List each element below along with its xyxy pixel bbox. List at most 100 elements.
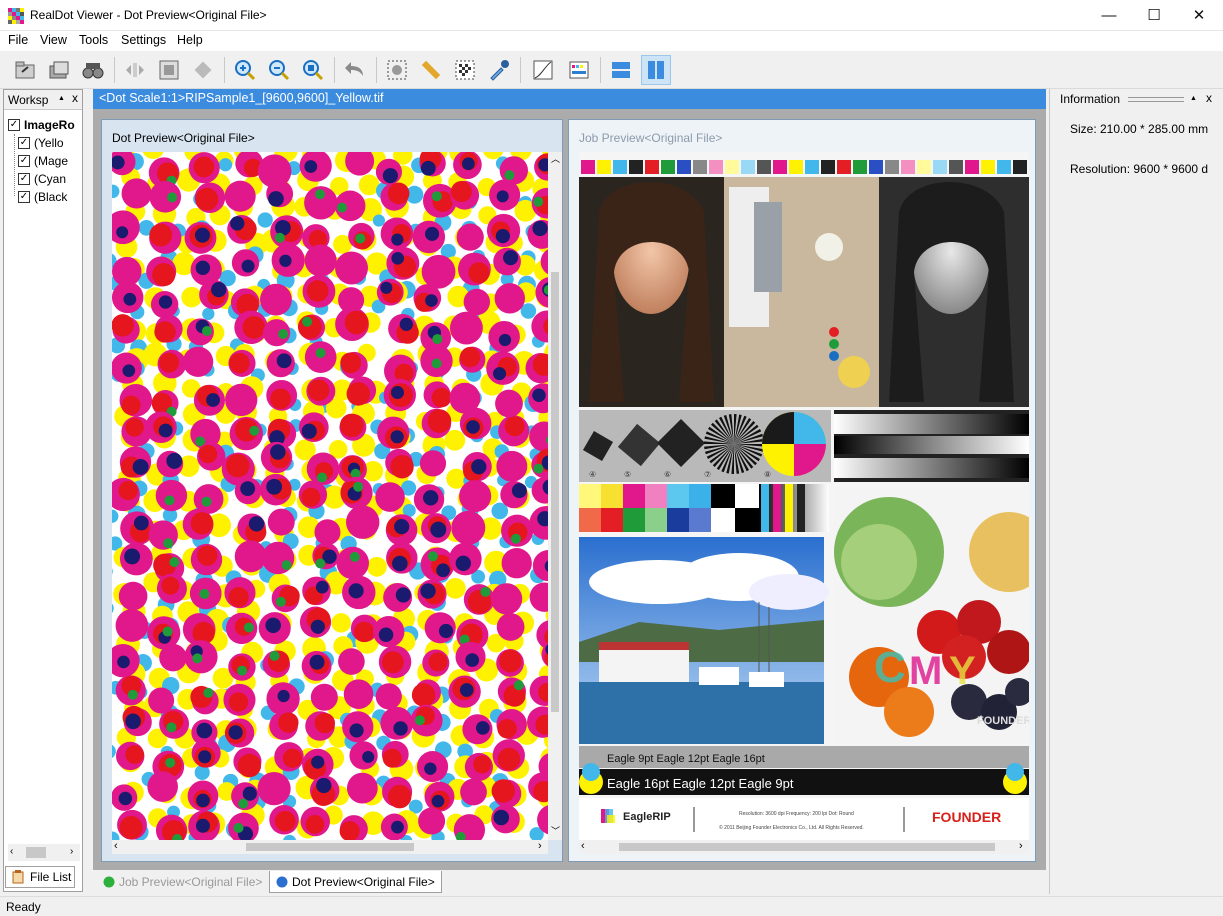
fit-page-icon[interactable] (154, 55, 184, 85)
green-dot (127, 689, 138, 700)
pane-title: Dot Preview<Original File> (112, 131, 255, 145)
fit-width-icon[interactable] (120, 55, 150, 85)
vertical-scrollbar[interactable]: ︿ ﹀ (548, 152, 562, 840)
resolution-text: Resolution: 9600 * 9600 d (1070, 162, 1209, 176)
tree-item-magenta[interactable]: ✓ (Mage (18, 152, 68, 170)
scroll-left-icon[interactable]: ‹ (581, 840, 585, 852)
file-list-tab[interactable]: File List (5, 866, 75, 888)
color-patch (661, 160, 675, 174)
menu-help[interactable]: Help (177, 33, 203, 47)
cyan-dot (112, 744, 116, 758)
workspace-horizontal-scrollbar[interactable]: ‹ › (8, 844, 80, 861)
curve-icon[interactable] (528, 55, 558, 85)
black-dot (394, 518, 410, 535)
red-dot (491, 779, 515, 803)
red-dot (197, 545, 218, 566)
magenta-dot (257, 772, 291, 806)
dot-grid-icon[interactable] (450, 55, 480, 85)
magenta-dot (224, 180, 256, 212)
color-bar-icon[interactable] (564, 55, 594, 85)
color-swatch (601, 484, 623, 508)
scroll-right-icon[interactable]: › (1019, 840, 1023, 852)
circle-number: ⑤ (624, 470, 631, 479)
black-dot (459, 683, 474, 697)
black-dot (348, 583, 364, 599)
black-dot (117, 655, 130, 669)
checkbox-icon[interactable]: ✓ (18, 173, 30, 185)
red-dot (270, 388, 291, 410)
scroll-up-icon[interactable]: ︿ (551, 152, 560, 165)
close-button[interactable]: ✕ (1176, 0, 1222, 31)
green-dot (355, 233, 366, 244)
color-patch (901, 160, 915, 174)
black-dot (391, 233, 404, 246)
magenta-dot (490, 583, 523, 615)
tree-item-cyan[interactable]: ✓ (Cyan (18, 170, 66, 188)
checkbox-icon[interactable]: ✓ (18, 191, 30, 203)
menu-file[interactable]: File (8, 33, 28, 47)
scroll-left-icon[interactable]: ‹ (114, 840, 118, 852)
red-dot (125, 745, 144, 764)
undo-icon[interactable] (340, 55, 370, 85)
checkbox-icon[interactable]: ✓ (18, 137, 30, 149)
ruler-icon[interactable] (416, 55, 446, 85)
split-vertical-icon[interactable] (641, 55, 671, 85)
job-preview-canvas[interactable]: ④ ⑤ ⑥ ⑦ ⑧ C M Y FOUNDER Eagle 9pt Eagle … (579, 152, 1029, 840)
rotate-icon[interactable] (188, 55, 218, 85)
tab-dot-preview[interactable]: Dot Preview<Original File> (269, 871, 442, 893)
tree-root[interactable]: ✓ ImageRo (8, 116, 75, 134)
binoculars-icon[interactable] (78, 55, 108, 85)
tab-job-preview[interactable]: Job Preview<Original File> (97, 871, 268, 893)
scroll-left-icon[interactable]: ‹ (10, 846, 13, 857)
scroll-thumb[interactable] (619, 843, 995, 851)
zoom-in-icon[interactable] (230, 55, 260, 85)
split-horizontal-icon[interactable] (606, 55, 636, 85)
dot-preview-canvas[interactable] (112, 152, 548, 840)
black-dot (196, 722, 213, 739)
menu-settings[interactable]: Settings (121, 33, 166, 47)
color-patch (805, 160, 819, 174)
pin-icon[interactable]: ▲ (58, 95, 65, 102)
black-dot (228, 725, 243, 740)
minimize-button[interactable]: — (1086, 0, 1132, 31)
color-swatch (623, 508, 645, 532)
color-patch (709, 160, 723, 174)
tree-item-yellow[interactable]: ✓ (Yello (18, 134, 64, 152)
horizontal-scrollbar[interactable]: ‹ › (579, 840, 1029, 854)
scroll-thumb[interactable] (551, 272, 559, 712)
color-patch (789, 160, 803, 174)
checkbox-icon[interactable]: ✓ (8, 119, 20, 131)
black-dot (242, 786, 257, 801)
color-patch (613, 160, 627, 174)
scroll-down-icon[interactable]: ﹀ (551, 824, 560, 837)
scroll-thumb[interactable] (246, 843, 414, 851)
green-dot (480, 586, 491, 597)
horizontal-scrollbar[interactable]: ‹ › (112, 840, 548, 854)
dot-select-icon[interactable] (382, 55, 412, 85)
menu-tools[interactable]: Tools (79, 33, 108, 47)
checkbox-icon[interactable]: ✓ (18, 155, 30, 167)
menu-view[interactable]: View (40, 33, 67, 47)
eyedropper-icon[interactable] (484, 55, 514, 85)
scroll-thumb[interactable] (26, 847, 46, 858)
zoom-fit-icon[interactable] (298, 55, 328, 85)
tree-item-label: (Cyan (34, 172, 67, 186)
open-folder-icon[interactable] (10, 55, 40, 85)
color-swatches (579, 484, 711, 532)
zoom-out-icon[interactable] (264, 55, 294, 85)
magenta-dot (234, 540, 267, 573)
black-dot (158, 295, 173, 309)
information-close-button[interactable]: x (1206, 91, 1212, 105)
black-dot (420, 583, 436, 599)
open-icon[interactable] (44, 55, 74, 85)
green-dot (199, 588, 210, 599)
pin-icon[interactable]: ▲ (1190, 95, 1197, 102)
workspace-close-button[interactable]: x (72, 91, 78, 105)
maximize-button[interactable]: ☐ (1131, 0, 1177, 31)
tree-item-black[interactable]: ✓ (Black (18, 188, 67, 206)
black-dot (166, 452, 183, 469)
tree-line (14, 134, 15, 196)
scroll-right-icon[interactable]: › (538, 840, 542, 852)
red-dot (198, 444, 218, 464)
scroll-right-icon[interactable]: › (70, 846, 73, 857)
